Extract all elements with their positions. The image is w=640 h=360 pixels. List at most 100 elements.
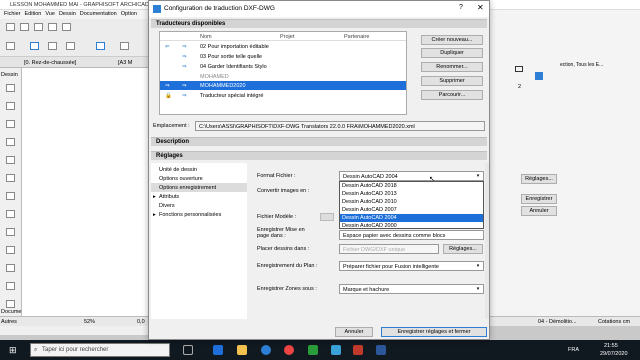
shell-tool-icon[interactable] [6,174,15,182]
wall-tool-icon[interactable] [6,84,15,92]
roof-tool-icon[interactable] [6,156,15,164]
model-file-button[interactable] [320,213,334,221]
close-icon[interactable]: ✕ [477,3,484,12]
archicad-icon[interactable] [353,345,363,355]
save-icon[interactable] [34,23,43,31]
renovation-filter[interactable]: 04 - Démolitio... [538,319,577,325]
format-select[interactable]: Dessin AutoCAD 2004 ▾ [339,171,484,181]
menu-option[interactable]: Option [121,11,137,17]
rename-button[interactable]: Renommer... [421,62,483,72]
navigator-settings-button[interactable]: Réglages... [521,174,557,184]
menu-edition[interactable]: Edition [25,11,42,17]
translator-row[interactable]: ⇒ 03 Pour sortie telle quelle [160,52,406,61]
section-translators[interactable]: Traducteurs disponibles [151,19,487,28]
format-dropdown-list[interactable]: Dessin AutoCAD 2018 Dessin AutoCAD 2013 … [339,181,484,229]
place-settings-button[interactable]: Réglages... [443,244,483,254]
zone-tool-icon[interactable] [6,282,15,290]
format-option[interactable]: Dessin AutoCAD 2010 [340,198,483,206]
taskbar-lang[interactable]: FRA [568,347,579,353]
translators-list[interactable]: Nom Projet Partenaire ⇐ ⇒ 02 Pour import… [159,31,407,115]
window-tool-icon[interactable] [6,246,15,254]
menu-vue[interactable]: Vue [45,11,55,17]
taskbar-search[interactable]: Taper ici pour rechercher ⌕ [30,343,170,357]
format-option[interactable]: Dessin AutoCAD 2013 [340,190,483,198]
marquee-tool-icon[interactable] [30,42,39,50]
dimension-standard[interactable]: Cotations cm [598,319,630,325]
translator-row[interactable]: 🔒 ⇒ Traducteur spécial intégré [160,91,406,100]
nav-save-options[interactable]: Options enregistrement [151,183,247,192]
menu-documentation[interactable]: Documentation [80,11,117,17]
windows-start-icon[interactable]: ⊞ [9,345,19,355]
format-option[interactable]: Dessin AutoCAD 2018 [340,182,483,190]
navigator-cancel-button[interactable]: Annuler [521,206,557,216]
help-icon[interactable]: ? [459,4,463,11]
col-partenaire[interactable]: Partenaire [344,34,369,40]
col-projet[interactable]: Projet [280,34,294,40]
nav-drawing-unit[interactable]: Unité de dessin [151,165,247,174]
chrome-icon[interactable] [284,345,294,355]
new-file-icon[interactable] [6,23,15,31]
format-option-selected[interactable]: Dessin AutoCAD 2004 [340,214,483,222]
undo-icon[interactable] [48,23,57,31]
translator-row[interactable]: MOHAMED [160,72,406,81]
section-settings[interactable]: Réglages [151,151,487,160]
word-icon[interactable] [376,345,386,355]
browser-icon[interactable] [261,345,271,355]
delete-button[interactable]: Supprimer [421,76,483,86]
col-nom[interactable]: Nom [200,34,212,40]
column-tool-icon[interactable] [6,102,15,110]
marquee-rotated-icon[interactable] [48,42,57,50]
zoom-level[interactable]: 52% [84,319,95,325]
redo-icon[interactable] [62,23,71,31]
translator-name: Traducteur spécial intégré [200,92,264,99]
nav-custom-functions[interactable]: ▸ Fonctions personnalisées [151,210,247,219]
settings-scrollbar[interactable] [485,163,489,319]
format-option[interactable]: Dessin AutoCAD 2000 [340,222,483,230]
layout-select[interactable]: Espace papier avec dessins comme blocs [339,230,484,240]
taskbar-time[interactable]: 21:55 [604,343,618,349]
layout-icon[interactable] [535,72,543,80]
stair-tool-icon[interactable] [6,192,15,200]
nav-open-options[interactable]: Options ouverture [151,174,247,183]
slab-tool-icon[interactable] [6,138,15,146]
mesh-tool-icon[interactable] [6,300,15,308]
railing-tool-icon[interactable] [6,210,15,218]
file-explorer-icon[interactable] [237,345,247,355]
menu-dessin[interactable]: Dessin [59,11,76,17]
drawing-canvas[interactable] [22,68,150,326]
excel-icon[interactable] [308,345,318,355]
snap-icon[interactable] [96,42,105,50]
beam-tool-icon[interactable] [6,120,15,128]
translator-row[interactable]: ⇐ ⇒ 02 Pour importation éditable [160,42,406,51]
save-and-close-button[interactable]: Enregistrer réglages et fermer [381,327,487,337]
format-option[interactable]: Dessin AutoCAD 2007 [340,206,483,214]
translator-row-selected[interactable]: ⇒ ⇒ MOHAMMED2020 [160,81,406,90]
menu-fichier[interactable]: Fichier [4,11,21,17]
section-description[interactable]: Description [151,137,487,146]
tab-floor-plan[interactable]: [0. Rez-de-chaussée] [24,60,76,66]
arrow-tool-icon[interactable] [6,42,15,50]
toolbox-label: Dessin [1,72,18,78]
zones-select[interactable]: Marque et hachure ▾ [339,284,484,294]
taskbar-date[interactable]: 29/07/2020 [600,351,628,357]
door-tool-icon[interactable] [6,228,15,236]
browse-button[interactable]: Parcourir... [421,90,483,100]
plan-select[interactable]: Préparer fichier pour Fusion intelligent… [339,261,484,271]
app-icon[interactable] [331,345,341,355]
grid-icon[interactable] [66,42,75,50]
cancel-button[interactable]: Annuler [335,327,373,337]
translator-row[interactable]: ⇒ 04 Garder Identifiants Stylo [160,62,406,71]
navigator-save-button[interactable]: Enregistrer [521,194,557,204]
edge-icon[interactable] [213,345,223,355]
plan-value: Préparer fichier pour Fusion intelligent… [343,263,439,270]
guide-icon[interactable] [120,42,129,50]
nav-misc[interactable]: Divers [151,201,247,210]
tab-a3[interactable]: [A3 M [118,60,132,66]
task-view-icon[interactable] [183,345,193,355]
nav-attributes[interactable]: ▸ Attributs [151,192,247,201]
open-folder-icon[interactable] [20,23,29,31]
create-new-button[interactable]: Créer nouveau... [421,35,483,45]
object-tool-icon[interactable] [6,264,15,272]
printer-icon[interactable] [515,66,523,72]
duplicate-button[interactable]: Dupliquer [421,48,483,58]
